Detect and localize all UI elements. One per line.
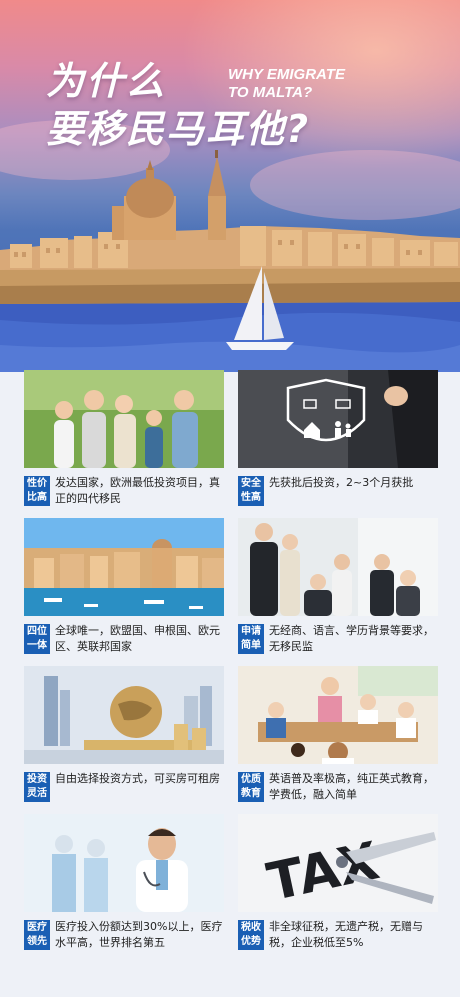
card-tag: 税收 优势 (238, 920, 264, 950)
family-photo (24, 370, 224, 468)
feature-card: 四位 一体 全球唯一，欧盟国、申根国、欧元区、英联邦国家 (24, 518, 224, 654)
business-team-photo (238, 518, 438, 616)
feature-card: 申请 简单 无经商、语言、学历背景等要求，无移民监 (238, 518, 438, 654)
card-tag-line: 灵活 (27, 788, 47, 799)
card-tag: 四位 一体 (24, 624, 50, 654)
card-tag: 安全 性高 (238, 476, 264, 506)
card-description: 无经商、语言、学历背景等要求，无移民监 (269, 624, 434, 653)
card-tag-line: 性价 (27, 478, 47, 489)
card-description: 自由选择投资方式，可买房可租房 (55, 772, 220, 785)
malta-harbor-photo (24, 518, 224, 616)
card-description: 全球唯一，欧盟国、申根国、欧元区、英联邦国家 (55, 624, 220, 653)
card-tag-line: 一体 (27, 640, 47, 651)
card-tag: 申请 简单 (238, 624, 264, 654)
card-tag-line: 投资 (27, 774, 47, 785)
feature-card: 医疗 领先 医疗投入份额达到30%以上，医疗水平高，世界排名第五 (24, 814, 224, 950)
title-english: WHY EMIGRATE TO MALTA? (228, 66, 345, 102)
card-tag-line: 申请 (241, 626, 261, 637)
card-tag-line: 简单 (241, 640, 261, 651)
title-line-2: 要移民马耳他? (46, 107, 311, 151)
card-tag-line: 四位 (27, 626, 47, 637)
tax-scissors-photo: TAX (238, 814, 438, 912)
card-tag-line: 税收 (241, 922, 261, 933)
doctor-photo (24, 814, 224, 912)
card-tag-line: 医疗 (27, 922, 47, 933)
feature-card: 安全 性高 先获批后投资，2~3个月获批 (238, 370, 438, 506)
feature-card: TAX 税收 优势 非全球征税，无遗产税，无赠与税，企业税低至5% (238, 814, 438, 950)
card-description: 发达国家，欧洲最低投资项目，真正的四代移民 (55, 476, 220, 505)
card-tag: 优质 教育 (238, 772, 264, 802)
card-description: 先获批后投资，2~3个月获批 (269, 476, 414, 489)
card-tag-line: 性高 (241, 492, 261, 503)
feature-card: 性价 比高 发达国家，欧洲最低投资项目，真正的四代移民 (24, 370, 224, 506)
card-description: 非全球征税，无遗产税，无赠与税，企业税低至5% (269, 920, 423, 949)
card-tag-line: 领先 (27, 936, 47, 947)
feature-card: 投资 灵活 自由选择投资方式，可买房可租房 (24, 666, 224, 802)
card-description: 英语普及率极高，纯正英式教育，学费低，融入简单 (269, 772, 434, 801)
feature-card: 优质 教育 英语普及率极高，纯正英式教育，学费低，融入简单 (238, 666, 438, 802)
hero-banner: 为什么 要移民马耳他? WHY EMIGRATE TO MALTA? (0, 0, 460, 372)
card-description: 医疗投入份额达到30%以上，医疗水平高，世界排名第五 (55, 920, 223, 949)
card-tag-line: 比高 (27, 492, 47, 503)
classroom-photo (238, 666, 438, 764)
card-tag: 医疗 领先 (24, 920, 50, 950)
title-english-line-1: WHY EMIGRATE (228, 66, 345, 83)
card-tag: 投资 灵活 (24, 772, 50, 802)
security-shield-photo (238, 370, 438, 468)
title-english-line-2: TO MALTA? (228, 84, 313, 101)
card-tag-line: 安全 (241, 478, 261, 489)
card-tag-line: 优质 (241, 774, 261, 785)
card-tag: 性价 比高 (24, 476, 50, 506)
title-line-1: 为什么 (46, 59, 167, 103)
card-tag-line: 教育 (241, 788, 261, 799)
globe-coins-photo (24, 666, 224, 764)
card-tag-line: 优势 (241, 936, 261, 947)
